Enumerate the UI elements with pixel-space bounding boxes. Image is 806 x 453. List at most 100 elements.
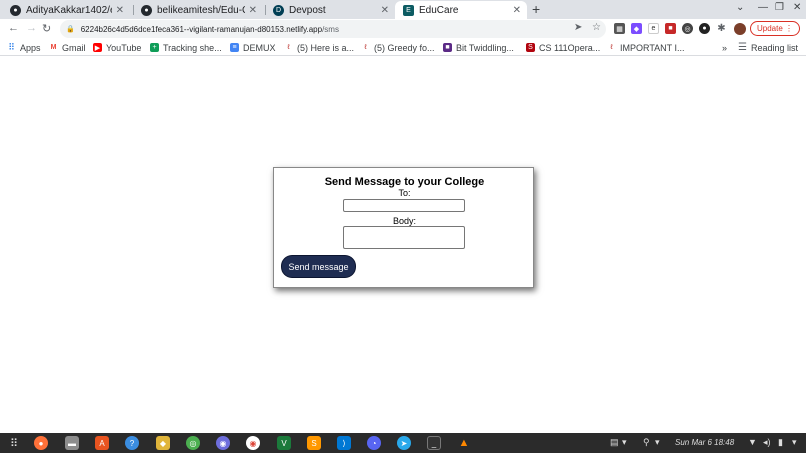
url-host: 6224b26c4d5d6dce1feca361--vigilant-raman… <box>80 24 323 34</box>
bookmark-label: (5) Greedy fo... <box>374 42 435 53</box>
sheets-icon: + <box>150 43 159 52</box>
clipboard-icon[interactable]: ▤ <box>610 437 619 448</box>
reading-list-icon: ☰ <box>738 42 747 53</box>
accessibility-icon[interactable]: ⚲ <box>643 437 650 448</box>
back-icon[interactable]: ← <box>8 22 19 34</box>
volume-icon[interactable]: ◂) <box>763 437 771 448</box>
chrome-icon[interactable]: ◉ <box>246 436 260 450</box>
tab-github-educare[interactable]: ● belikeamitesh/Edu-Care ✕ <box>133 1 263 19</box>
send-message-button[interactable]: Send message <box>282 256 355 277</box>
app-grid-icon[interactable]: ⠿ <box>7 436 21 450</box>
gmail-icon: M <box>50 44 57 51</box>
firefox-icon[interactable]: ● <box>34 436 48 450</box>
stanford-icon: S <box>526 43 535 52</box>
software-center-icon[interactable]: A <box>95 436 109 450</box>
educare-icon: E <box>403 4 414 16</box>
tab-github-educ[interactable]: ● AdityaKakkar1402/educ ✕ <box>2 1 130 19</box>
minimize-icon[interactable]: — <box>758 2 768 13</box>
app-icon[interactable]: ◉ <box>216 436 230 450</box>
youtube-icon: ▶ <box>93 43 102 52</box>
quora-icon: ℓ <box>364 44 367 51</box>
bookmark-cs111[interactable]: S CS 111Opera... <box>526 41 600 54</box>
close-icon[interactable]: ✕ <box>381 5 389 16</box>
bookmark-bit-twiddling[interactable]: ■ Bit Twiddling... <box>443 41 514 54</box>
form-title: Send Message to your College <box>324 176 485 188</box>
bookmark-label: Gmail <box>62 42 86 53</box>
tab-title: AdityaKakkar1402/educ <box>26 4 112 16</box>
vim-icon[interactable]: V <box>277 436 291 450</box>
new-tab-button[interactable]: + <box>532 1 540 17</box>
send-message-form: Send Message to your College To: Body: S… <box>273 167 534 288</box>
to-input[interactable] <box>343 199 465 212</box>
tab-strip: ● AdityaKakkar1402/educ ✕ ● belikeamites… <box>0 0 806 19</box>
chevron-down-icon[interactable]: ▾ <box>655 437 660 448</box>
bookmark-here-is-a[interactable]: ℓ (5) Here is a... <box>284 41 354 54</box>
terminal-icon[interactable]: _ <box>427 436 441 450</box>
app-icon[interactable]: ◆ <box>156 436 170 450</box>
devpost-icon: D <box>273 4 284 16</box>
bookmark-label: Tracking she... <box>163 42 222 53</box>
bookmark-label: CS 111Opera... <box>539 42 601 53</box>
sublime-icon[interactable]: S <box>307 436 321 450</box>
chevron-down-icon[interactable]: ▾ <box>792 437 797 448</box>
restore-icon[interactable]: ❐ <box>775 2 784 13</box>
bookmark-important[interactable]: ℓ IMPORTANT I... <box>607 41 684 54</box>
bookmark-greedy[interactable]: ℓ (5) Greedy fo... <box>361 41 435 54</box>
bookmark-label: Bit Twiddling... <box>456 42 514 53</box>
bookmarks-overflow-button[interactable]: » <box>722 41 727 54</box>
avatar[interactable] <box>734 23 746 35</box>
clock[interactable]: Sun Mar 6 18:48 <box>675 438 734 447</box>
reading-list-button[interactable]: ☰ Reading list <box>738 41 798 54</box>
close-icon[interactable]: ✕ <box>116 5 124 16</box>
battery-icon[interactable]: ▮ <box>778 437 783 448</box>
extension-icon[interactable]: ▦ <box>614 23 625 34</box>
files-icon[interactable]: ▬ <box>65 436 79 450</box>
tab-search-icon[interactable]: ⌄ <box>736 2 744 13</box>
reading-list-label: Reading list <box>751 42 799 53</box>
forward-icon[interactable]: → <box>26 22 37 34</box>
extension-icon[interactable]: ◆ <box>631 23 642 34</box>
bookmark-star-icon[interactable]: ☆ <box>592 22 601 33</box>
address-bar[interactable]: 🔒 6224b26c4d5d6dce1feca361--vigilant-ram… <box>60 20 606 38</box>
bookmark-apps[interactable]: ⠿ Apps <box>7 41 41 54</box>
taskbar: ⠿ ● ▬ A ? ◆ ◎ ◉ ◉ V S ⟩ ◔ ➤ _ ▲ ▤ ▾ ⚲ ▾ … <box>0 433 806 453</box>
update-label: Update <box>756 24 783 33</box>
tab-title: EduCare <box>419 4 459 16</box>
send-tab-icon[interactable]: ➤ <box>574 22 582 33</box>
to-label: To: <box>398 188 411 198</box>
quora-icon: ℓ <box>610 44 613 51</box>
discord-icon[interactable]: ◔ <box>367 436 381 450</box>
page-content: Send Message to your College To: Body: S… <box>0 57 806 433</box>
close-icon[interactable]: ✕ <box>249 5 257 16</box>
telegram-icon[interactable]: ➤ <box>397 436 411 450</box>
close-icon[interactable]: ✕ <box>513 5 521 16</box>
extension-icon[interactable]: ■ <box>665 23 676 34</box>
update-button[interactable]: Update ⋮ <box>750 21 800 36</box>
bookmark-tracking-sheet[interactable]: + Tracking she... <box>150 41 222 54</box>
bookmark-label: Apps <box>20 42 41 53</box>
chevron-down-icon[interactable]: ▾ <box>622 437 627 448</box>
extension-icon[interactable]: ● <box>699 23 710 34</box>
bookmark-label: YouTube <box>106 42 142 53</box>
bookmark-demux[interactable]: ≡ DEMUX <box>230 41 276 54</box>
vlc-icon[interactable]: ▲ <box>457 436 471 450</box>
vscode-icon[interactable]: ⟩ <box>337 436 351 450</box>
body-label: Body: <box>392 216 416 226</box>
body-textarea[interactable] <box>343 226 465 249</box>
bookmark-gmail[interactable]: M Gmail <box>49 41 86 54</box>
tab-educare[interactable]: E EduCare ✕ <box>395 1 527 19</box>
reload-icon[interactable]: ↻ <box>42 22 51 35</box>
bookmarks-bar: ⠿ Apps M Gmail ▶ YouTube + Tracking she.… <box>0 39 806 56</box>
tab-devpost[interactable]: D Devpost ✕ <box>265 1 395 19</box>
app-icon[interactable]: ◎ <box>186 436 200 450</box>
wifi-icon[interactable]: ▼ <box>748 437 757 447</box>
puzzle-icon[interactable]: ✱ <box>716 23 727 34</box>
tab-title: belikeamitesh/Edu-Care <box>157 4 245 16</box>
quora-icon: ℓ <box>287 44 290 51</box>
extension-icon[interactable]: ◎ <box>682 23 693 34</box>
github-icon: ● <box>141 4 152 16</box>
close-window-icon[interactable]: ✕ <box>793 2 801 13</box>
help-icon[interactable]: ? <box>125 436 139 450</box>
extension-icon[interactable]: e <box>648 23 659 34</box>
bookmark-youtube[interactable]: ▶ YouTube <box>93 41 141 54</box>
